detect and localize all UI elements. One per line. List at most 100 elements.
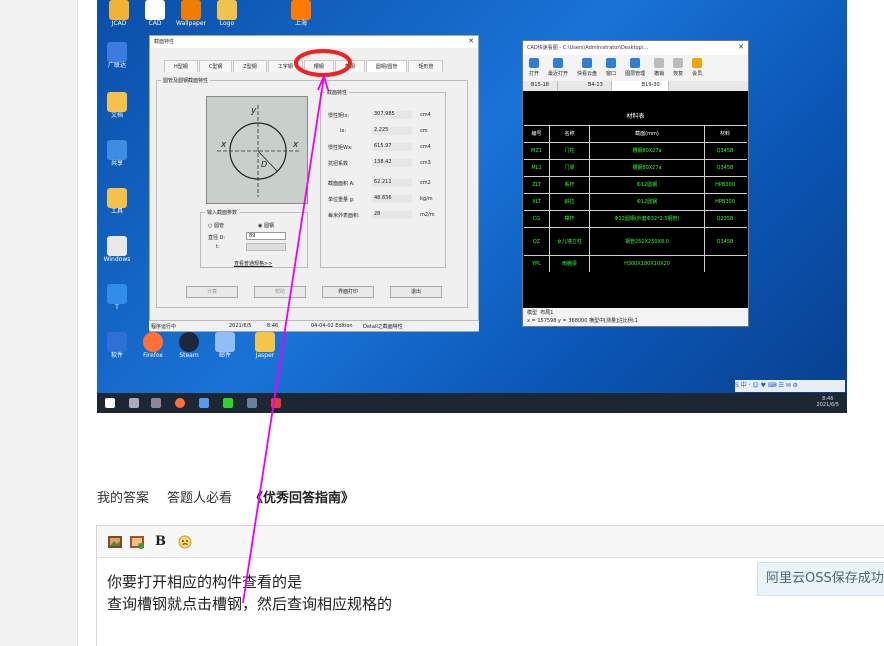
embedded-screenshot: JCAD CAD Wallpaper Logo 上海 广联达 文档 共享 工具 … (97, 0, 847, 413)
tab-c-steel[interactable]: C型钢 (198, 60, 233, 72)
cad-statusbar: 模型 布局1 x = 157598 y = 368000 横型中[测量]注比例:… (523, 308, 748, 326)
diameter-input[interactable]: 89 (246, 232, 286, 240)
tab-h-steel[interactable]: H型钢 (164, 60, 198, 72)
vip-tool[interactable]: 会员 (692, 58, 702, 78)
redo-tool[interactable]: 恢复 (673, 58, 683, 78)
cad-tab[interactable]: B4-13 (558, 81, 612, 91)
cloud-tool[interactable]: 快看云盘 (577, 58, 597, 78)
prop-value: 48.836 (372, 195, 412, 203)
layer-tool[interactable]: 图层管理 (625, 58, 645, 78)
tab-angle-steel[interactable]: 角钢 (334, 60, 365, 72)
desktop-icon: 广联达 (99, 42, 135, 70)
table-row: XLT 斜拉 Φ12圆钢 HPB300 (524, 193, 747, 210)
tab-i-beam[interactable]: 工字钢 (267, 60, 303, 72)
svg-text:x: x (292, 140, 299, 150)
table-row: ZLT 系杆 Φ12圆钢 HPB300 (524, 176, 747, 193)
desktop-icon: Windows (99, 236, 135, 264)
desktop-icon: Logo (209, 0, 245, 28)
prop-label: 惯性矩Wx: (328, 145, 353, 151)
cad-tabs: B15-18 B4-13 B19-30 (523, 81, 748, 91)
tab-channel-steel[interactable]: 槽钢 (303, 60, 334, 72)
oss-save-notice: 阿里云OSS保存成功 (757, 562, 884, 596)
table-row: CG 撑杆 Φ12圆钢(外套Φ32*2.5钢管) Q235B (524, 210, 747, 227)
firefox-icon[interactable] (175, 398, 185, 408)
app-icon[interactable] (223, 398, 233, 408)
cad-coords: x = 157598 y = 368000 横型中[测量]注比例:1 (527, 318, 638, 324)
table-header: 编号 名称 截面(mm) 材料 (524, 125, 747, 142)
svg-text:D: D (261, 160, 267, 169)
close-icon[interactable]: ✕ (468, 37, 474, 45)
guide-link[interactable]: 《优秀回答指南》 (250, 487, 354, 506)
cad-tab[interactable]: B15-18 (523, 81, 558, 91)
prop-label: 单位重量 g: (328, 197, 355, 203)
close-icon[interactable]: ✕ (738, 43, 744, 51)
t-input[interactable] (246, 243, 286, 251)
recent-tool[interactable]: 最近打开 (548, 58, 568, 78)
tab-rect-tube[interactable]: 矩形管 (408, 60, 444, 72)
taskview-icon[interactable] (151, 398, 161, 408)
properties-group-label: 截面特性 (325, 89, 350, 96)
exit-button[interactable]: 退出 (390, 286, 442, 298)
app-icon[interactable] (199, 398, 209, 408)
layout-tab[interactable]: 布局1 (540, 310, 553, 316)
window-tool[interactable]: 窗口 (606, 58, 616, 78)
help-button[interactable]: 帮助 (254, 286, 306, 298)
must-read-link[interactable]: 答题人必看 (167, 487, 232, 506)
open-tool[interactable]: 打开 (529, 58, 539, 78)
prop-unit: kg/m (420, 196, 433, 202)
undo-tool[interactable]: 撤销 (654, 58, 664, 78)
table-row: ML1 门梁 槽钢80X27a Q345B (524, 159, 747, 176)
section-properties-dialog: 截面特性 ✕ H型钢 C型钢 Z型钢 工字钢 槽钢 角钢 圆钢/圆管 矩形管 圆管… (149, 35, 479, 332)
tab-z-steel[interactable]: Z型钢 (233, 60, 267, 72)
prop-label: 惯性矩Ix: (328, 113, 350, 119)
desktop-icon: CAD (137, 0, 173, 28)
model-tab[interactable]: 模型 (527, 310, 537, 316)
cad-material-table: 编号 名称 截面(mm) 材料 MZ1 门柱 槽钢80X27a Q345B ML1 门梁 槽钢8… (524, 125, 747, 272)
clock[interactable]: 8:46 2021/6/5 (817, 396, 839, 408)
desktop-icon: Wallpaper (173, 0, 209, 28)
prop-label: 抗扭系数 (328, 161, 349, 167)
radio-pipe[interactable]: ○ 圆管 (208, 222, 224, 229)
prop-unit: cm (420, 128, 428, 134)
page: JCAD CAD Wallpaper Logo 上海 广联达 文档 共享 工具 … (0, 0, 884, 646)
start-icon[interactable] (105, 398, 115, 408)
cad-tab[interactable]: B19-30 (611, 81, 669, 91)
status-text: 程序运行中 (151, 324, 177, 330)
view-specs-link[interactable]: 查看普通规格>> (234, 260, 272, 267)
radio-bar[interactable]: ◉ 圆钢 (258, 222, 274, 229)
editor-line: 你要打开相应的构件查看的是 (107, 573, 303, 591)
desktop-icon: 软件 (99, 332, 135, 360)
dialog-title: 截面特性 ✕ (150, 36, 478, 48)
calculate-button[interactable]: 计算 (186, 286, 238, 298)
bold-icon[interactable]: B (155, 534, 171, 549)
status-edition: 04-04-02 Edition (311, 323, 353, 329)
desktop-icon: T (99, 284, 135, 312)
prop-unit: cm2 (420, 180, 431, 186)
answer-tabs: 我的答案 答题人必看 《优秀回答指南》 (97, 487, 354, 506)
image-icon[interactable] (107, 534, 123, 548)
app-icon[interactable] (271, 398, 281, 408)
search-icon[interactable] (129, 398, 139, 408)
cad-viewer-window: CAD快速看图 - C:\Users\Administrator\Desktop… (522, 40, 749, 327)
prop-value: 615.97 (372, 143, 412, 151)
my-answer-tab[interactable]: 我的答案 (97, 487, 149, 506)
tab-round-steel[interactable]: 圆钢/圆管 (365, 60, 408, 72)
app-icon[interactable] (247, 398, 257, 408)
print-button[interactable]: 界面打印 (322, 286, 374, 298)
t-label: t: (216, 244, 220, 250)
emoji-icon[interactable] (177, 534, 193, 549)
dialog-tabs: H型钢 C型钢 Z型钢 工字钢 槽钢 角钢 圆钢/圆管 矩形管 (150, 48, 478, 72)
prop-unit: m2/m (420, 212, 435, 218)
insert-image-icon[interactable] (129, 534, 145, 549)
editor-content[interactable]: 你要打开相应的构件查看的是 查询槽钢就点击槽钢，然后查询相应规格的 (107, 571, 392, 615)
prop-value: 28 (372, 211, 412, 219)
dialog-statusbar: 程序运行中 2021/6/5 8:46 04-04-02 Edition Det… (149, 320, 479, 330)
editor-toolbar: B (97, 526, 884, 558)
editor-line: 查询槽钢就点击槽钢，然后查询相应规格的 (107, 595, 393, 613)
prop-label: 每米外表面积: (328, 213, 360, 219)
taskbar: 8:46 2021/6/5 (97, 393, 847, 413)
desktop-icon: 上海 (283, 0, 319, 28)
desktop-icon: JCAD (101, 0, 137, 28)
ime-toolbar[interactable]: S 中 · ☺ ♥ ⌨ ☰ ✉ ⚙ (735, 380, 845, 392)
cad-table-title: 材料表 (626, 113, 645, 120)
